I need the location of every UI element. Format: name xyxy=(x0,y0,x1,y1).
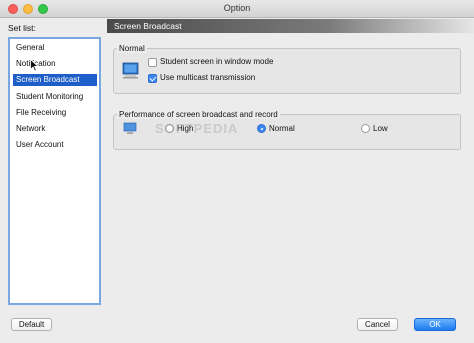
sidebar-item-network[interactable]: Network xyxy=(13,123,45,135)
quality-normal-radio[interactable] xyxy=(257,124,266,133)
set-list-label: Set list: xyxy=(8,23,36,33)
sidebar-item-screen-broadcast[interactable]: Screen Broadcast xyxy=(13,74,97,86)
sidebar-item-user-account[interactable]: User Account xyxy=(13,139,64,151)
window-mode-checkbox[interactable] xyxy=(148,58,157,67)
section-title: Screen Broadcast xyxy=(114,21,182,31)
normal-settings-group: Normal Student screen in window mode Use… xyxy=(113,44,461,94)
multicast-checkbox[interactable] xyxy=(148,74,157,83)
normal-group-legend: Normal xyxy=(117,44,147,53)
sidebar-item-file-receiving[interactable]: File Receiving xyxy=(13,107,66,119)
window-mode-label: Student screen in window mode xyxy=(160,57,274,66)
sidebar-item-student-monitoring[interactable]: Student Monitoring xyxy=(13,91,83,103)
multicast-label: Use multicast transmission xyxy=(160,73,256,82)
section-header: Screen Broadcast xyxy=(107,19,474,33)
ok-button[interactable]: OK xyxy=(414,318,456,331)
option-window: Option Set list: General Notification Sc… xyxy=(0,0,474,343)
settings-list: General Notification Screen Broadcast St… xyxy=(8,37,101,305)
default-button[interactable]: Default xyxy=(11,318,52,331)
sidebar-item-general[interactable]: General xyxy=(13,42,44,54)
monitor-icon xyxy=(122,62,139,79)
window-title: Option xyxy=(223,3,251,13)
quality-low-label: Low xyxy=(373,124,388,133)
performance-group-legend: Performance of screen broadcast and reco… xyxy=(117,110,280,119)
screen-quality-icon xyxy=(123,122,137,134)
cancel-button[interactable]: Cancel xyxy=(357,318,398,331)
dialog-footer xyxy=(0,311,474,343)
quality-normal-label: Normal xyxy=(269,124,295,133)
watermark-text: SOFTPEDIA xyxy=(155,121,239,136)
quality-low-radio[interactable] xyxy=(361,124,370,133)
mouse-pointer-icon xyxy=(30,59,39,72)
title-bar: Option xyxy=(0,0,474,18)
